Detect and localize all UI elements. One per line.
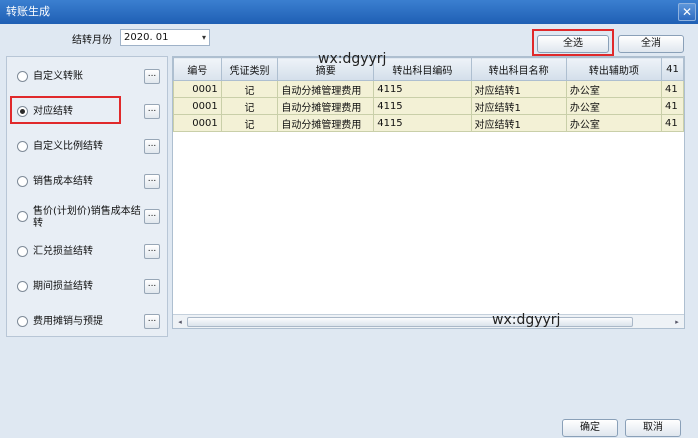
column-header[interactable]: 转出科目编码	[373, 57, 472, 81]
chevron-down-icon[interactable]: ▾	[202, 30, 206, 45]
ok-button[interactable]: 确定	[562, 419, 618, 437]
radio-button[interactable]	[17, 281, 28, 292]
watermark-text: wx:dgyyrj	[492, 312, 561, 328]
option-label: 自定义转账	[33, 71, 83, 82]
select-all-highlight	[532, 29, 614, 56]
option-exchange-gain-loss-transfer[interactable]: 汇兑损益结转 ...	[7, 238, 167, 266]
option-label: 售价(计划价)销售成本结转	[33, 206, 141, 229]
month-value: 2020. 01	[124, 32, 169, 43]
column-header[interactable]: 转出科目名称	[470, 57, 567, 81]
horizontal-scrollbar[interactable]: ◂ ▸	[173, 314, 684, 328]
table-cell[interactable]: 办公室	[565, 80, 662, 98]
column-header[interactable]: 转出辅助项	[565, 57, 662, 81]
option-expense-amortization[interactable]: 费用摊销与预提 ...	[7, 308, 167, 336]
title-bar: 转账生成 ✕	[0, 0, 698, 24]
browse-button[interactable]: ...	[144, 314, 160, 329]
table-cell[interactable]: 41	[660, 114, 684, 132]
option-label: 自定义比例结转	[33, 141, 103, 152]
table-cell[interactable]: 对应结转1	[470, 114, 567, 132]
table-cell[interactable]: 自动分摊管理费用	[277, 80, 375, 98]
browse-button[interactable]: ...	[144, 209, 160, 224]
radio-button[interactable]	[17, 141, 28, 152]
option-label: 费用摊销与预提	[33, 316, 103, 327]
window-title: 转账生成	[6, 5, 50, 18]
table-cell[interactable]: 自动分摊管理费用	[277, 97, 375, 115]
month-select[interactable]: 2020. 01 ▾	[120, 29, 210, 46]
radio-button[interactable]	[17, 211, 28, 222]
table-cell[interactable]: 自动分摊管理费用	[277, 114, 375, 132]
close-icon[interactable]: ✕	[678, 3, 696, 21]
table-row[interactable]: 0001 记 自动分摊管理费用 4115 对应结转1 办公室 41	[173, 80, 684, 98]
radio-button[interactable]	[17, 176, 28, 187]
option-price-sales-cost-transfer[interactable]: 售价(计划价)销售成本结转 ...	[7, 203, 167, 231]
transfer-grid: 编号 凭证类别 摘要 转出科目编码 转出科目名称 转出辅助项 41 0001 记…	[172, 56, 685, 329]
option-label: 汇兑损益结转	[33, 246, 93, 257]
cancel-button[interactable]: 取消	[625, 419, 681, 437]
month-label: 结转月份	[72, 35, 112, 46]
column-header[interactable]: 编号	[173, 57, 222, 81]
browse-button[interactable]: ...	[144, 69, 160, 84]
browse-button[interactable]: ...	[144, 104, 160, 119]
browse-button[interactable]: ...	[144, 279, 160, 294]
table-cell[interactable]: 记	[220, 114, 279, 132]
table-cell[interactable]: 办公室	[565, 97, 662, 115]
column-header[interactable]: 凭证类别	[220, 57, 279, 81]
column-header[interactable]: 41	[660, 57, 684, 81]
option-label: 销售成本结转	[33, 176, 93, 187]
option-custom-ratio-transfer[interactable]: 自定义比例结转 ...	[7, 133, 167, 161]
corresponding-transfer-highlight	[10, 96, 121, 124]
table-cell[interactable]: 记	[220, 80, 279, 98]
option-period-gain-loss-transfer[interactable]: 期间损益结转 ...	[7, 273, 167, 301]
table-cell[interactable]: 4115	[373, 114, 472, 132]
scroll-right-icon[interactable]: ▸	[672, 317, 682, 327]
transfer-table: 编号 凭证类别 摘要 转出科目编码 转出科目名称 转出辅助项 41 0001 记…	[173, 57, 684, 132]
radio-button[interactable]	[17, 316, 28, 327]
table-cell[interactable]: 对应结转1	[470, 80, 567, 98]
scroll-left-icon[interactable]: ◂	[175, 317, 185, 327]
table-cell[interactable]: 41	[660, 80, 684, 98]
table-cell[interactable]: 4115	[373, 80, 472, 98]
table-cell[interactable]: 4115	[373, 97, 472, 115]
radio-button[interactable]	[17, 246, 28, 257]
browse-button[interactable]: ...	[144, 139, 160, 154]
option-label: 期间损益结转	[33, 281, 93, 292]
option-custom-transfer[interactable]: 自定义转账 ...	[7, 63, 167, 91]
table-cell[interactable]: 办公室	[565, 114, 662, 132]
table-cell[interactable]: 对应结转1	[470, 97, 567, 115]
browse-button[interactable]: ...	[144, 174, 160, 189]
clear-all-button[interactable]: 全消	[618, 35, 684, 53]
table-cell[interactable]: 0001	[173, 114, 222, 132]
table-cell[interactable]: 0001	[173, 97, 222, 115]
table-row[interactable]: 0001 记 自动分摊管理费用 4115 对应结转1 办公室 41	[173, 97, 684, 115]
table-cell[interactable]: 41	[660, 97, 684, 115]
table-cell[interactable]: 0001	[173, 80, 222, 98]
scroll-thumb[interactable]	[187, 317, 633, 327]
option-sales-cost-transfer[interactable]: 销售成本结转 ...	[7, 168, 167, 196]
radio-button[interactable]	[17, 71, 28, 82]
browse-button[interactable]: ...	[144, 244, 160, 259]
table-row[interactable]: 0001 记 自动分摊管理费用 4115 对应结转1 办公室 41	[173, 114, 684, 132]
table-cell[interactable]: 记	[220, 97, 279, 115]
watermark-text: wx:dgyyrj	[318, 51, 387, 67]
table-header-row: 编号 凭证类别 摘要 转出科目编码 转出科目名称 转出辅助项 41	[173, 57, 684, 81]
